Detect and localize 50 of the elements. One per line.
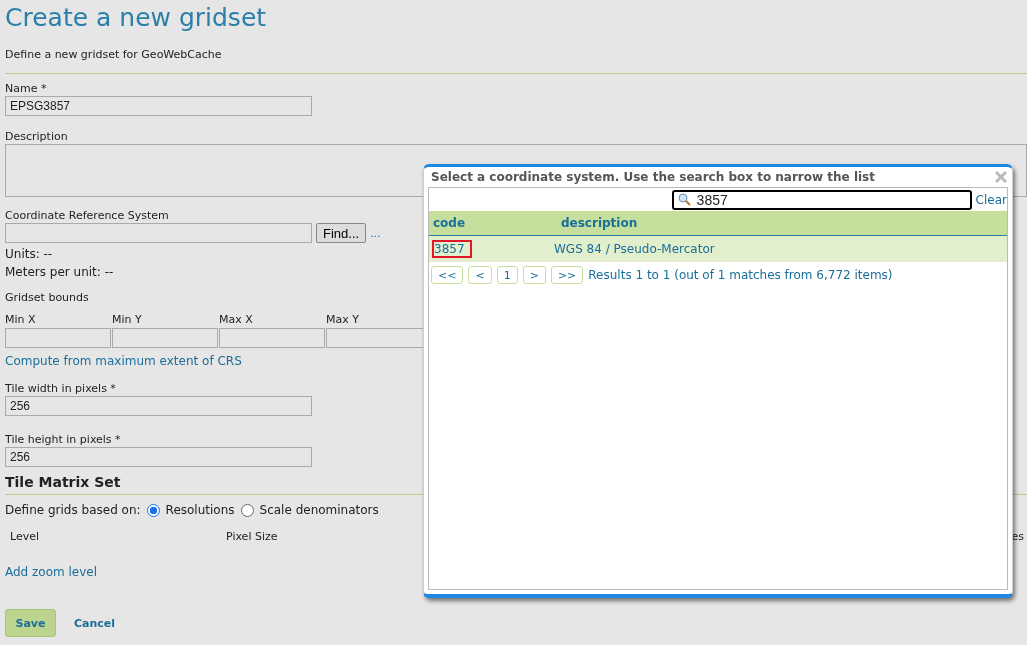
more-link[interactable]: ...	[370, 226, 381, 240]
bound-label: Max X	[219, 313, 254, 328]
bound-field[interactable]	[219, 328, 325, 348]
search-icon	[677, 193, 691, 206]
meters-per-unit-text: Meters per unit: --	[5, 265, 114, 279]
close-icon[interactable]	[994, 170, 1008, 184]
save-button[interactable]: Save	[5, 609, 56, 637]
cancel-link[interactable]: Cancel	[74, 616, 116, 630]
search-field[interactable]: 3857	[671, 189, 972, 210]
table-row[interactable]: 3857 WGS 84 / Pseudo-Mercator	[429, 236, 1007, 262]
define-label: Define grids based on:	[5, 503, 141, 517]
compute-link[interactable]: Compute from maximum extent of CRS	[5, 354, 242, 368]
bound-field[interactable]	[5, 328, 111, 348]
clear-link[interactable]: Clear	[975, 192, 1007, 207]
table-header: code description	[429, 211, 1007, 236]
crs-label: Coordinate Reference System	[5, 209, 169, 223]
crs-field[interactable]	[5, 223, 312, 243]
section-heading: Tile Matrix Set	[5, 474, 122, 490]
radio-label: Resolutions	[165, 503, 235, 517]
code-link[interactable]: 3857	[432, 240, 472, 258]
column-header: Pixel Size	[226, 530, 278, 543]
radio-button[interactable]	[146, 503, 160, 517]
find-button[interactable]: Find...	[316, 223, 367, 243]
pager-button[interactable]: <<	[431, 266, 464, 284]
bound-field[interactable]	[112, 328, 218, 348]
bounds-label: Gridset bounds	[5, 291, 89, 305]
dialog-title: Select a coordinate system. Use the search box to narrow the list	[431, 170, 875, 184]
bound-label: Min X	[5, 313, 37, 328]
pager-button[interactable]: <	[468, 266, 492, 284]
bound-label: Max Y	[326, 313, 360, 328]
tile-height-label: Tile height in pixels *	[5, 433, 121, 447]
description-label: Description	[5, 130, 68, 144]
units-text: Units: --	[5, 247, 53, 261]
radio-label: Scale denominators	[259, 503, 379, 517]
pager-button[interactable]: 1	[496, 266, 518, 284]
tile-width-field[interactable]: 256	[5, 396, 312, 416]
name-field[interactable]: EPSG3857	[5, 96, 312, 116]
tile-height-field[interactable]: 256	[5, 447, 312, 467]
pager-button[interactable]: >>	[550, 266, 584, 284]
description-link[interactable]: WGS 84 / Pseudo-Mercator	[554, 242, 715, 256]
bound-label: Min Y	[112, 313, 143, 328]
add-zoom-level-link[interactable]: Add zoom level	[5, 565, 98, 579]
radio-button[interactable]	[240, 503, 254, 517]
pager-button[interactable]: >	[522, 266, 546, 284]
name-label: Name *	[5, 82, 47, 96]
column-header: Level	[10, 530, 41, 543]
results-text: Results 1 to 1 (out of 1 matches from 6,772 items)	[588, 268, 893, 282]
page-subtitle: Define a new gridset for GeoWebCache	[5, 48, 223, 61]
tile-width-label: Tile width in pixels *	[5, 382, 116, 396]
page-title: Create a new gridset	[5, 2, 268, 34]
